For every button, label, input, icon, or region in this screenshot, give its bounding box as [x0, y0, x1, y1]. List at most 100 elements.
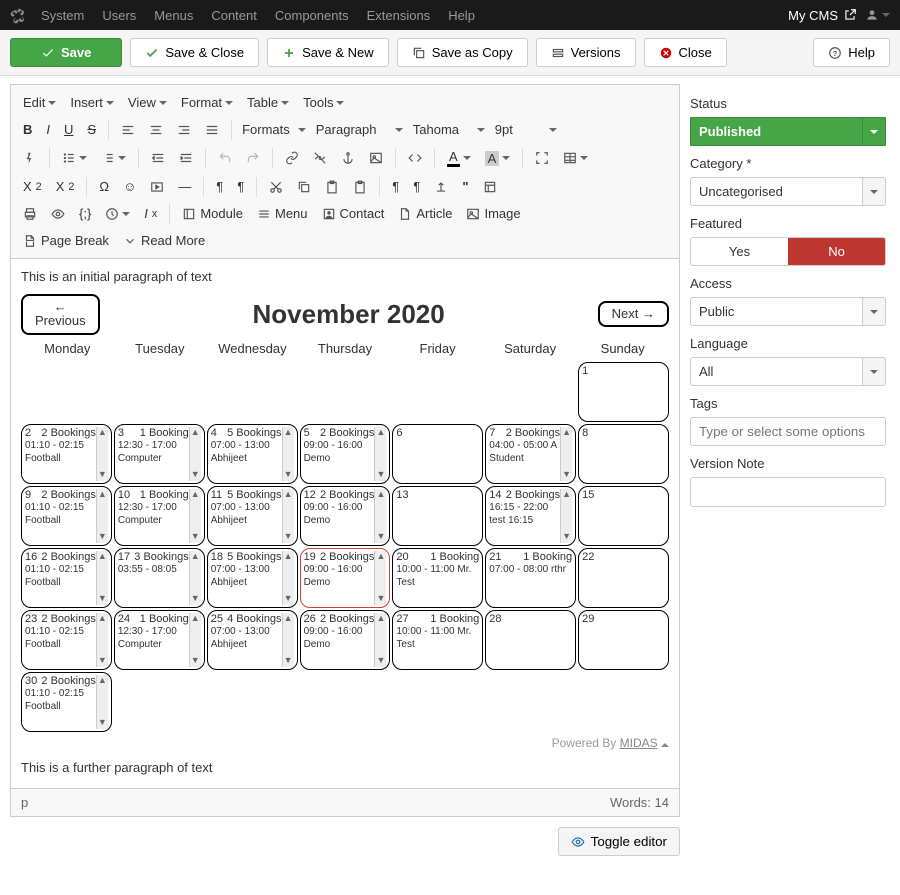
- cal-cell-2[interactable]: 22 Bookings01:10 - 02:15 Football▲▼: [21, 424, 112, 484]
- cal-cell-13[interactable]: 13: [392, 486, 483, 546]
- align-right-icon[interactable]: [171, 119, 197, 141]
- blockquote-icon[interactable]: ": [456, 175, 474, 198]
- cell-scroll-icon[interactable]: ▲▼: [374, 613, 386, 667]
- code-icon[interactable]: [402, 147, 428, 169]
- anchor-icon[interactable]: [335, 147, 361, 169]
- ltr-icon[interactable]: ¶: [210, 175, 229, 198]
- cut-icon[interactable]: [263, 176, 289, 198]
- tags-input[interactable]: [690, 417, 886, 446]
- cal-cell-18[interactable]: 185 Bookings07:00 - 13:00 Abhijeet▲▼: [207, 548, 298, 608]
- datetime-icon[interactable]: [99, 203, 136, 225]
- user-menu[interactable]: [865, 8, 890, 22]
- template-icon[interactable]: [477, 176, 503, 198]
- rtl-icon[interactable]: ¶: [231, 175, 250, 198]
- cal-cell-3[interactable]: 31 Booking12:30 - 17:00 Computer▲▼: [114, 424, 205, 484]
- readmore-button[interactable]: Read More: [117, 229, 211, 252]
- cal-cell-4[interactable]: 45 Bookings07:00 - 13:00 Abhijeet▲▼: [207, 424, 298, 484]
- toggle-editor-button[interactable]: Toggle editor: [558, 827, 680, 856]
- font-select[interactable]: Tahoma: [409, 120, 489, 139]
- undo-icon[interactable]: [212, 147, 238, 169]
- paste-text-icon[interactable]: [347, 176, 373, 198]
- align-center-icon[interactable]: [143, 119, 169, 141]
- save-new-button[interactable]: Save & New: [267, 38, 389, 67]
- fontsize-select[interactable]: 9pt: [491, 120, 561, 139]
- cal-cell-9[interactable]: 92 Bookings01:10 - 02:15 Football▲▼: [21, 486, 112, 546]
- special-char-icon[interactable]: Ω: [93, 175, 115, 198]
- image-icon[interactable]: [363, 147, 389, 169]
- cal-cell-5[interactable]: 52 Bookings09:00 - 16:00 Demo▲▼: [300, 424, 391, 484]
- superscript-icon[interactable]: X2: [50, 175, 81, 198]
- cell-scroll-icon[interactable]: ▲▼: [96, 489, 108, 543]
- cal-cell-22[interactable]: 22: [578, 548, 669, 608]
- menu-format[interactable]: Format: [175, 91, 239, 114]
- cal-cell-21[interactable]: 211 Booking07:00 - 08:00 rthr: [485, 548, 576, 608]
- cal-cell-16[interactable]: 162 Bookings01:10 - 02:15 Football▲▼: [21, 548, 112, 608]
- cal-cell-24[interactable]: 241 Booking12:30 - 17:00 Computer▲▼: [114, 610, 205, 670]
- cal-cell-10[interactable]: 101 Booking12:30 - 17:00 Computer▲▼: [114, 486, 205, 546]
- featured-toggle[interactable]: Yes No: [690, 237, 886, 266]
- fullscreen-icon[interactable]: [529, 147, 555, 169]
- cell-scroll-icon[interactable]: ▲▼: [282, 551, 294, 605]
- cal-cell-6[interactable]: 6: [392, 424, 483, 484]
- cell-scroll-icon[interactable]: ▲▼: [374, 427, 386, 481]
- language-select[interactable]: All: [690, 357, 886, 386]
- cell-scroll-icon[interactable]: ▲▼: [96, 613, 108, 667]
- underline-icon[interactable]: U: [58, 118, 79, 141]
- cell-scroll-icon[interactable]: ▲▼: [96, 427, 108, 481]
- save-button[interactable]: Save: [10, 38, 122, 67]
- bg-color-icon[interactable]: A: [479, 147, 517, 170]
- featured-yes[interactable]: Yes: [691, 238, 788, 265]
- topmenu-menus[interactable]: Menus: [154, 8, 193, 23]
- menu-edit[interactable]: Edit: [17, 91, 62, 114]
- link-icon[interactable]: [279, 147, 305, 169]
- image-button[interactable]: Image: [460, 202, 526, 225]
- formats-select[interactable]: Formats: [238, 120, 310, 139]
- unlink-icon[interactable]: [307, 147, 333, 169]
- article-button[interactable]: Article: [392, 202, 458, 225]
- hr-icon[interactable]: —: [172, 175, 197, 198]
- text-color-icon[interactable]: A: [441, 145, 477, 171]
- block-select[interactable]: Paragraph: [312, 120, 407, 139]
- cell-scroll-icon[interactable]: ▲▼: [560, 489, 572, 543]
- menu-insert[interactable]: Insert: [64, 91, 120, 114]
- close-button[interactable]: Close: [644, 38, 727, 67]
- cal-cell-15[interactable]: 15: [578, 486, 669, 546]
- cell-scroll-icon[interactable]: ▲▼: [282, 427, 294, 481]
- subscript-icon[interactable]: X2: [17, 175, 48, 198]
- cal-cell-14[interactable]: 142 Bookings16:15 - 22:00 test 16:15▲▼: [485, 486, 576, 546]
- emoticon-icon[interactable]: ☺: [117, 175, 142, 198]
- menu-button[interactable]: Menu: [251, 202, 314, 225]
- cal-cell-20[interactable]: 201 Booking10:00 - 11:00 Mr. Test: [392, 548, 483, 608]
- paste-icon[interactable]: [319, 176, 345, 198]
- find-icon[interactable]: [17, 147, 43, 169]
- copy-icon[interactable]: [291, 176, 317, 198]
- save-copy-button[interactable]: Save as Copy: [397, 38, 528, 67]
- site-name-link[interactable]: My CMS: [788, 8, 857, 23]
- align-justify-icon[interactable]: [199, 119, 225, 141]
- module-button[interactable]: Module: [176, 202, 249, 225]
- contact-button[interactable]: Contact: [316, 202, 391, 225]
- outdent-icon[interactable]: [145, 147, 171, 169]
- topmenu-system[interactable]: System: [41, 8, 84, 23]
- category-select[interactable]: Uncategorised: [690, 177, 886, 206]
- show-blocks-icon[interactable]: ¶: [386, 175, 405, 198]
- cal-cell-26[interactable]: 262 Bookings09:00 - 16:00 Demo▲▼: [300, 610, 391, 670]
- status-path[interactable]: p: [21, 795, 28, 810]
- cal-cell-30[interactable]: 302 Bookings01:10 - 02:15 Football▲▼: [21, 672, 112, 732]
- cell-scroll-icon[interactable]: ▲▼: [189, 489, 201, 543]
- topmenu-content[interactable]: Content: [211, 8, 257, 23]
- bold-icon[interactable]: B: [17, 118, 38, 141]
- table-icon[interactable]: [557, 147, 594, 169]
- menu-tools[interactable]: Tools: [297, 91, 350, 114]
- cal-cell-17[interactable]: 173 Bookings03:55 - 08:05▲▼: [114, 548, 205, 608]
- preview-icon[interactable]: [45, 203, 71, 225]
- italic-icon[interactable]: I: [40, 118, 56, 141]
- pagebreak-button[interactable]: Page Break: [17, 229, 115, 252]
- topmenu-users[interactable]: Users: [102, 8, 136, 23]
- cal-cell-1[interactable]: 1: [578, 362, 669, 422]
- number-list-icon[interactable]: [95, 147, 132, 169]
- status-select[interactable]: Published: [690, 117, 886, 146]
- menu-view[interactable]: View: [122, 91, 173, 114]
- topmenu-components[interactable]: Components: [275, 8, 349, 23]
- cal-cell-29[interactable]: 29: [578, 610, 669, 670]
